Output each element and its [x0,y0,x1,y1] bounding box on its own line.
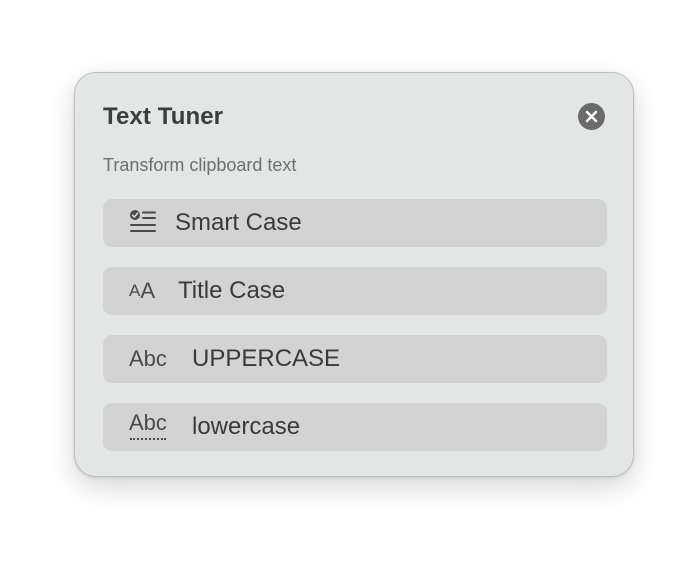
close-button[interactable] [578,103,605,130]
uppercase-button[interactable]: Abc UPPERCASE [103,335,607,383]
title-case-button[interactable]: AA Title Case [103,267,607,315]
abc-glyph: Abc [129,346,167,371]
abc-dotted-underline-icon: Abc [129,399,167,447]
smart-case-button[interactable]: Smart Case [103,199,607,247]
text-tuner-panel: Text Tuner Transform clipboard text Smar… [74,72,634,477]
uppercase-label: UPPERCASE [192,345,341,372]
abc-dotted-glyph: Abc [129,410,167,440]
title-case-label: Title Case [178,277,286,304]
smart-case-checklist-icon [129,199,157,247]
text-size-icon: AA [129,267,155,315]
lowercase-button[interactable]: Abc lowercase [103,403,607,451]
lowercase-label: lowercase [192,413,301,440]
abc-icon: Abc [129,335,167,383]
large-a-glyph: A [140,278,156,303]
panel-title: Text Tuner [103,103,224,130]
smart-case-label: Smart Case [175,209,302,236]
small-a-glyph: A [129,281,141,300]
xmark-circle-icon [585,110,598,123]
panel-subtitle: Transform clipboard text [103,155,297,175]
